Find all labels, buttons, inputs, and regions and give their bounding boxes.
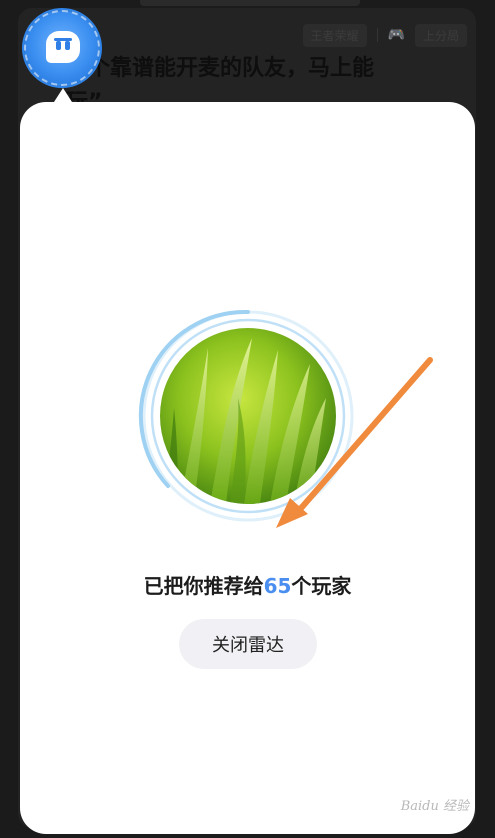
annotation-arrow [276, 357, 433, 528]
baidu-watermark: Baidu 经验 [400, 799, 469, 814]
